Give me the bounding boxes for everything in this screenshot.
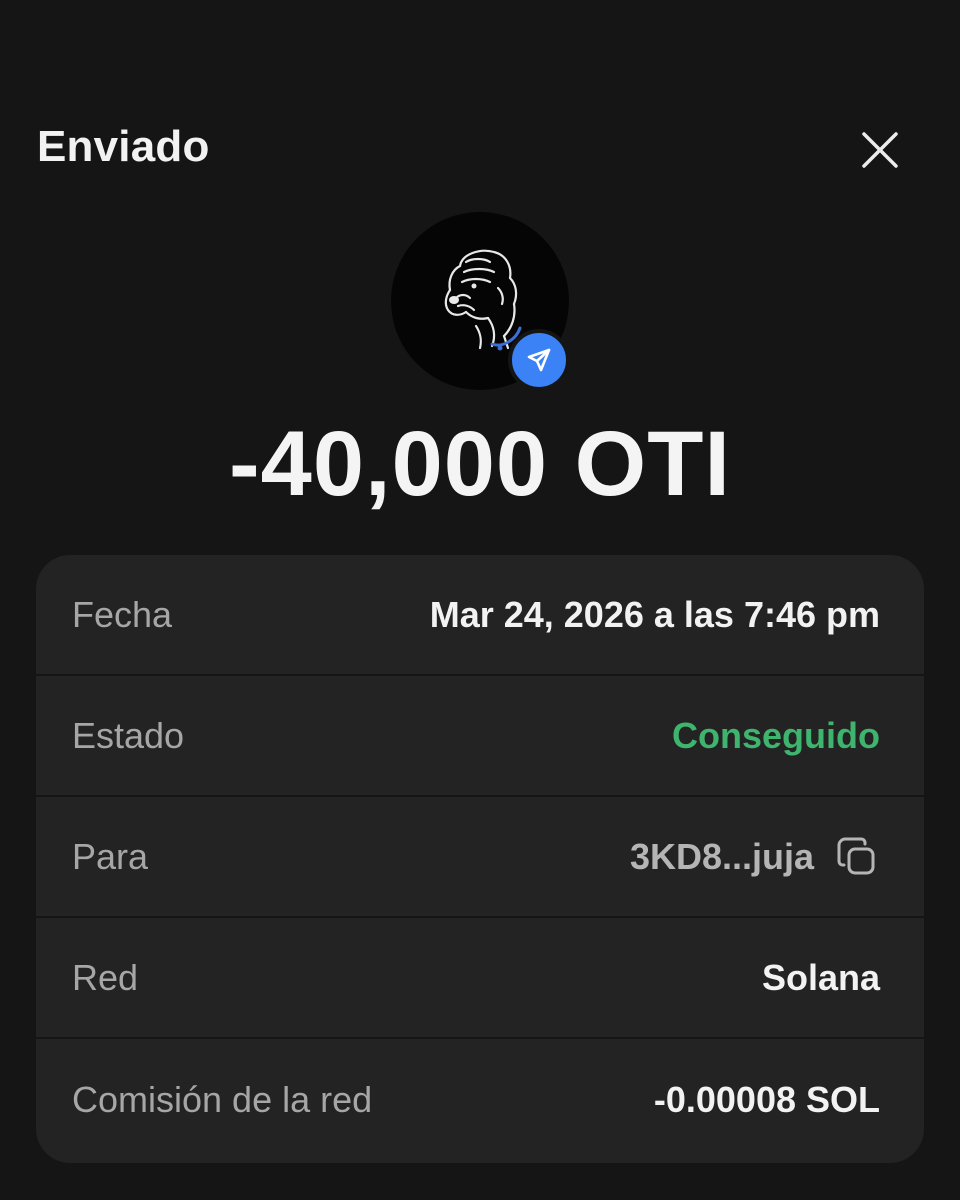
detail-row-comision: Comisión de la red -0.00008 SOL (36, 1039, 924, 1160)
recipient-address[interactable]: 3KD8...juja (630, 836, 814, 878)
network-value: Solana (761, 956, 880, 998)
detail-row-red: Red Solana (36, 918, 924, 1039)
token-avatar-container (391, 212, 570, 391)
page-title: Enviado (37, 122, 210, 171)
recipient-address-container: 3KD8...juja (630, 834, 880, 880)
close-icon (862, 132, 898, 168)
detail-label: Para (72, 835, 149, 877)
send-badge (508, 329, 570, 391)
send-arrow-icon (527, 348, 551, 372)
detail-row-para: Para 3KD8...juja (36, 797, 924, 918)
detail-label: Red (72, 956, 139, 998)
network-fee-value: -0.00008 SOL (653, 1078, 880, 1120)
detail-label: Comisión de la red (72, 1078, 373, 1120)
date-value: Mar 24, 2026 a las 7:46 pm (429, 593, 880, 635)
transaction-amount: -40,000 OTI (229, 413, 731, 515)
details-card: Fecha Mar 24, 2026 a las 7:46 pm Estado … (36, 555, 924, 1163)
detail-label: Estado (72, 714, 185, 756)
detail-row-estado: Estado Conseguido (36, 676, 924, 797)
copy-address-button[interactable] (834, 834, 880, 880)
detail-label: Fecha (72, 593, 173, 635)
transaction-detail-screen: Enviado -40,000 OTI Fecha Mar 24, 2026 a… (0, 0, 960, 1200)
close-button[interactable] (852, 122, 908, 178)
detail-row-fecha: Fecha Mar 24, 2026 a las 7:46 pm (36, 555, 924, 676)
copy-icon (837, 837, 875, 874)
status-value: Conseguido (672, 714, 880, 756)
